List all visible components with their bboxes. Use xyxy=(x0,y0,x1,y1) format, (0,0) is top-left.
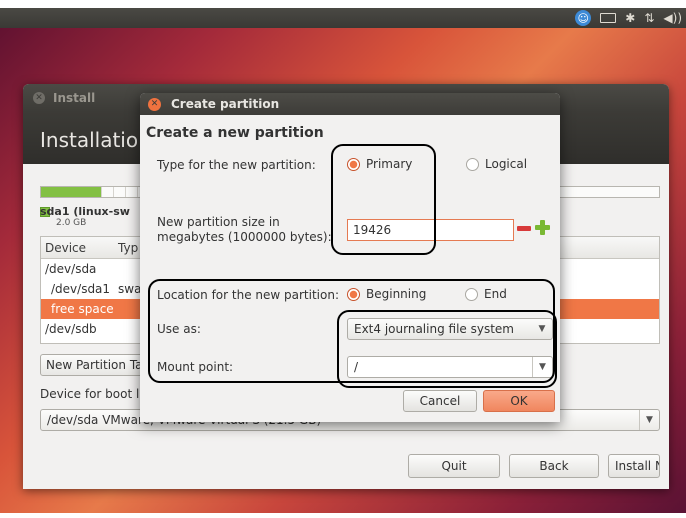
radio-end-label: End xyxy=(484,287,507,301)
minus-icon[interactable] xyxy=(517,226,531,231)
cancel-button[interactable]: Cancel xyxy=(403,390,477,412)
network-icon[interactable]: ⇅ xyxy=(644,11,654,25)
radio-unchecked-icon xyxy=(465,287,478,301)
use-as-select[interactable]: Ext4 journaling file system ▼ xyxy=(347,318,553,340)
mount-point-combo[interactable]: / ▼ xyxy=(347,356,553,378)
table-cell-device: free space xyxy=(51,302,114,316)
radio-logical-label: Logical xyxy=(485,157,528,171)
partition-size-label-line1: New partition size in xyxy=(157,215,280,229)
top-panel: ☺ ✱ ⇅ ◀)) xyxy=(0,8,686,28)
table-cell-device: /dev/sda xyxy=(45,262,97,276)
radio-end[interactable]: End xyxy=(465,287,507,301)
partition-size-input[interactable]: 19426 xyxy=(347,219,514,241)
chevron-down-icon[interactable]: ▼ xyxy=(639,410,659,430)
keyboard-icon[interactable] xyxy=(600,13,617,23)
use-as-value: Ext4 journaling file system xyxy=(354,322,514,336)
close-icon[interactable]: ✕ xyxy=(148,97,161,111)
disk-legend-size: 2.0 GB xyxy=(56,218,87,228)
use-as-label: Use as: xyxy=(157,322,201,336)
radio-primary-label: Primary xyxy=(366,157,413,171)
disk-legend: sda1 (linux-sw 2.0 GB xyxy=(40,205,130,228)
radio-checked-icon xyxy=(347,287,360,301)
dialog-heading: Create a new partition xyxy=(146,125,324,141)
dialog-title: Create partition xyxy=(171,97,280,111)
radio-unchecked-icon xyxy=(466,157,479,171)
radio-logical[interactable]: Logical xyxy=(466,157,527,171)
plus-icon[interactable] xyxy=(535,219,550,235)
mount-point-value: / xyxy=(354,360,359,374)
disk-legend-label: sda1 (linux-sw xyxy=(40,205,130,218)
accessibility-icon[interactable]: ☺ xyxy=(575,10,592,26)
table-cell-device: /dev/sda1 xyxy=(51,282,111,296)
radio-checked-icon xyxy=(347,157,360,171)
ok-button[interactable]: OK xyxy=(483,390,555,412)
column-header-type[interactable]: Typ xyxy=(114,241,138,255)
chevron-down-icon[interactable]: ▼ xyxy=(532,357,552,377)
radio-beginning-label: Beginning xyxy=(366,287,427,301)
dialog-titlebar: ✕ Create partition xyxy=(140,93,560,115)
partition-size-label-line2: megabytes (1000000 bytes): xyxy=(157,230,332,244)
radio-primary[interactable]: Primary xyxy=(347,157,412,171)
boot-loader-label: Device for boot l xyxy=(40,387,140,401)
table-cell-type: swa xyxy=(118,282,142,296)
chevron-down-icon[interactable]: ▼ xyxy=(532,319,552,339)
mount-point-label: Mount point: xyxy=(157,360,234,374)
close-icon[interactable]: ✕ xyxy=(33,92,45,104)
quit-button[interactable]: Quit xyxy=(408,454,500,478)
column-header-device[interactable]: Device xyxy=(41,241,114,255)
radio-beginning[interactable]: Beginning xyxy=(347,287,426,301)
install-window-title: Install xyxy=(53,91,96,105)
disk-used-segment xyxy=(41,187,101,197)
table-cell-device: /dev/sdb xyxy=(45,322,97,336)
bluetooth-icon[interactable]: ✱ xyxy=(625,11,635,25)
back-button[interactable]: Back xyxy=(509,454,599,478)
location-label: Location for the new partition: xyxy=(157,288,339,302)
create-partition-dialog: ✕ Create partition Create a new partitio… xyxy=(140,93,560,422)
volume-icon[interactable]: ◀)) xyxy=(663,11,682,25)
partition-type-label: Type for the new partition: xyxy=(157,158,316,172)
install-now-button[interactable]: Install Now xyxy=(608,454,660,478)
